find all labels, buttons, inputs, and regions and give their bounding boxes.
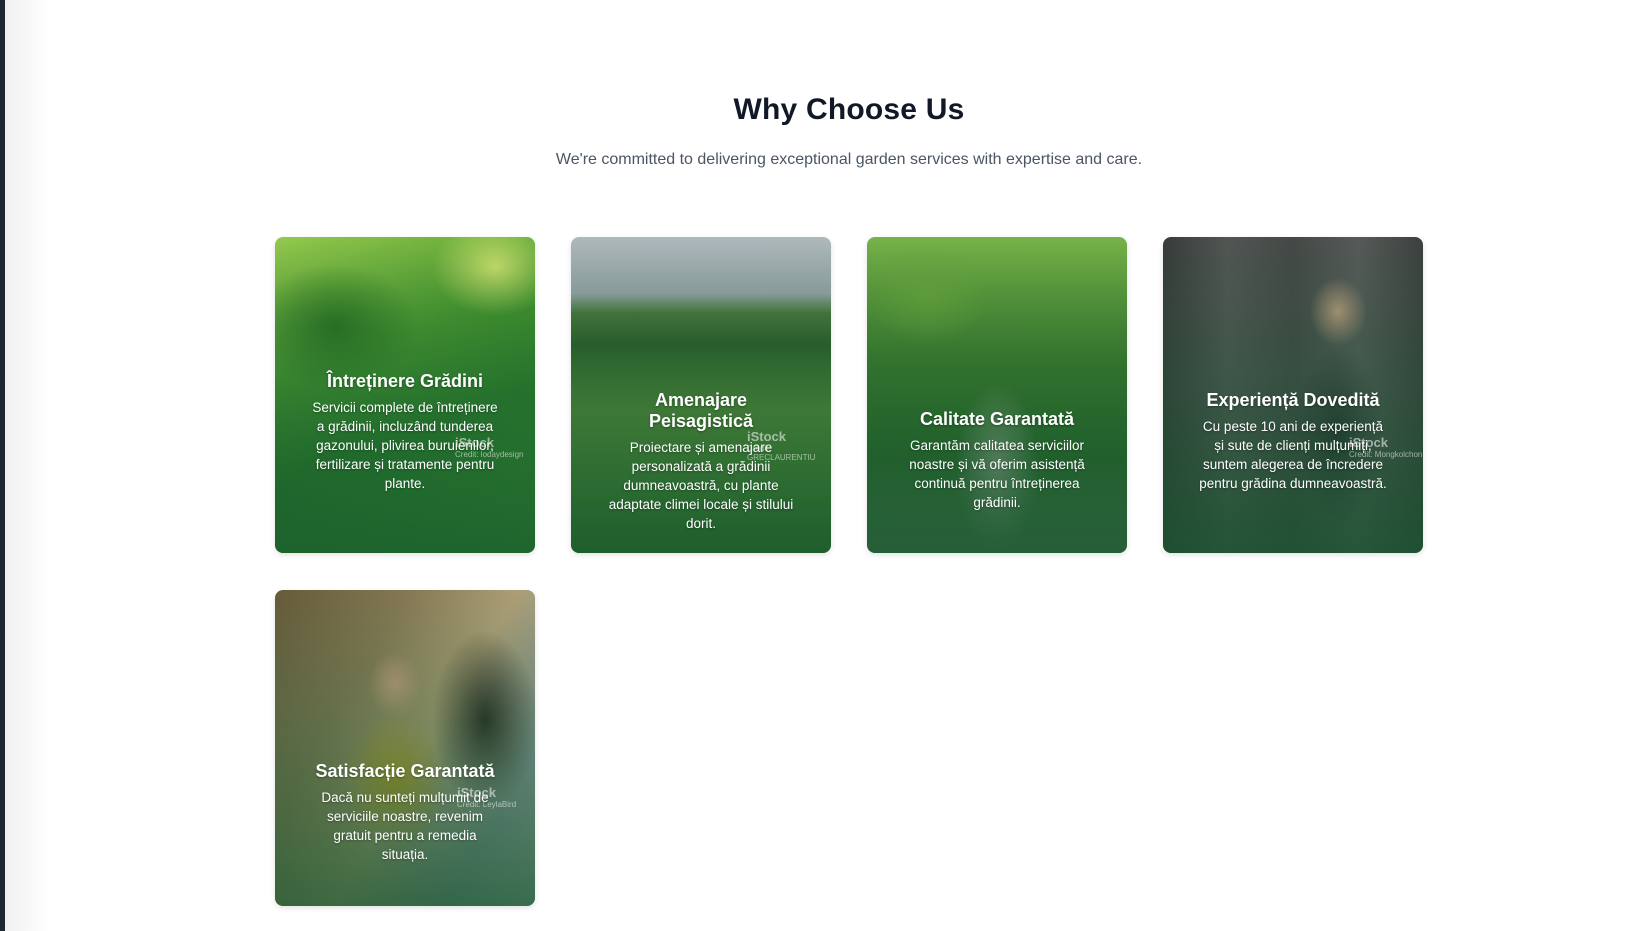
card-content: Experiență Dovedită Cu peste 10 ani de e… — [1163, 390, 1423, 493]
page: Why Choose Us We're committed to deliver… — [0, 0, 1652, 931]
feature-card-landscaping[interactable]: iStock Credit: GRECLAURENTIU Amenajare P… — [571, 237, 831, 553]
card-description: Dacă nu sunteți mulțumit de serviciile n… — [321, 790, 489, 862]
card-content: Amenajare Peisagistică Proiectare și ame… — [571, 390, 831, 533]
feature-card-garden-maintenance[interactable]: iStock Credit: lodaydesign Întreținere G… — [275, 237, 535, 553]
card-title: Calitate Garantată — [919, 409, 1075, 429]
window-shadow — [5, 0, 50, 931]
card-content: Calitate Garantată Garantăm calitatea se… — [867, 409, 1127, 512]
card-title: Amenajare Peisagistică — [648, 390, 754, 431]
feature-card-experience[interactable]: iStock Credit: Mongkolchon Experiență Do… — [1163, 237, 1423, 553]
feature-card-quality[interactable]: Calitate Garantată Garantăm calitatea se… — [867, 237, 1127, 553]
card-content: Întreținere Grădini Servicii complete de… — [275, 371, 535, 493]
card-description: Servicii complete de întreținere a grădi… — [312, 400, 498, 491]
card-description: Proiectare și amenajare personalizată a … — [608, 440, 794, 531]
card-title: Întreținere Grădini — [326, 371, 484, 391]
card-title: Experiență Dovedită — [1206, 390, 1380, 410]
section-subtitle: We're committed to delivering exceptiona… — [555, 151, 1143, 168]
card-description: Cu peste 10 ani de experiență și sute de… — [1199, 419, 1387, 491]
section-title: Why Choose Us — [733, 93, 965, 126]
card-content: Satisfacție Garantată Dacă nu sunteți mu… — [275, 761, 535, 864]
card-description: Garantăm calitatea serviciilor noastre ș… — [909, 438, 1085, 510]
feature-card-satisfaction[interactable]: iStock Credit: LeylaBird Satisfacție Gar… — [275, 590, 535, 906]
card-title: Satisfacție Garantată — [315, 761, 495, 781]
